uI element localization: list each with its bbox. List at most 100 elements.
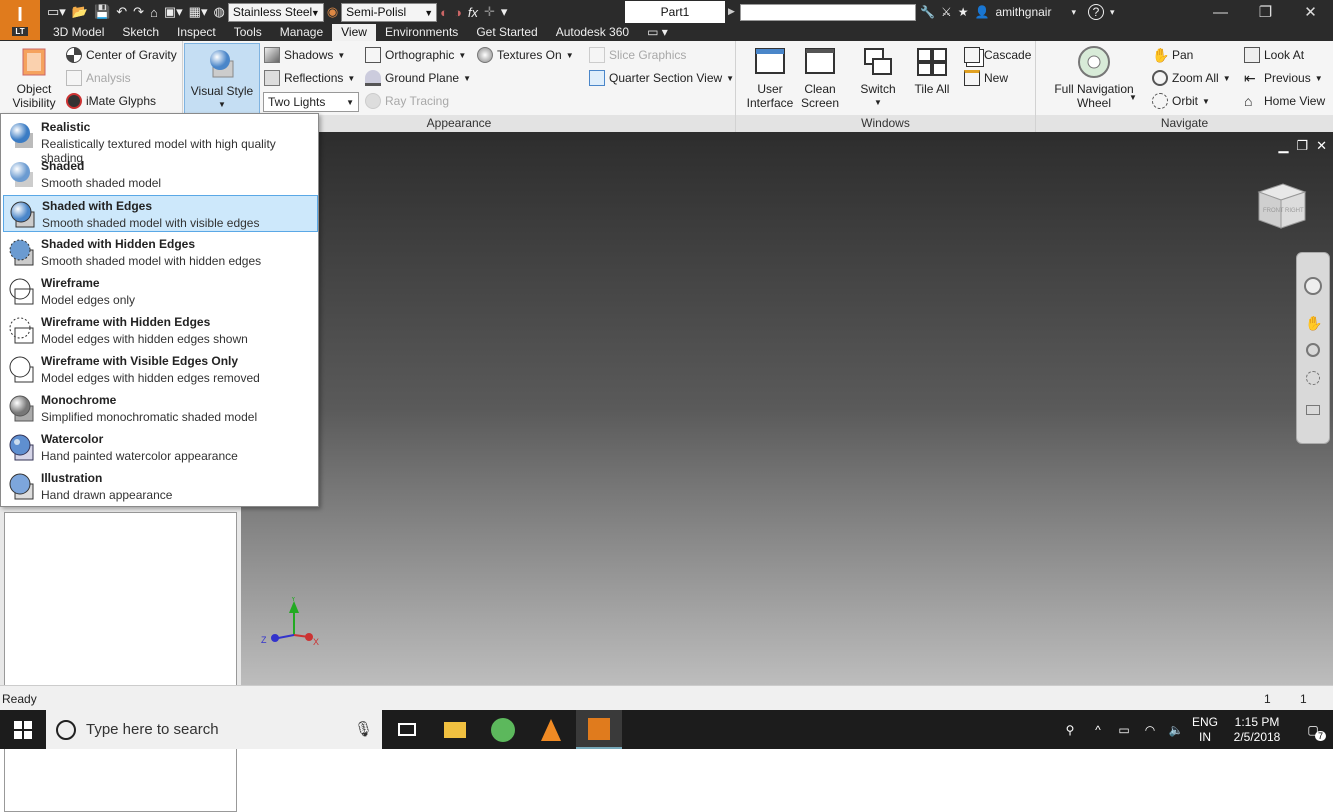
open-icon[interactable]: 📂 [69,2,91,22]
minimize-icon[interactable]: — [1198,0,1243,24]
quarter-section-view-button[interactable]: Quarter Section View ▼ [589,68,734,88]
home-icon[interactable]: ⌂ [147,2,161,22]
close-icon[interactable]: ✕ [1288,0,1333,24]
taskbar-search-box[interactable]: Type here to search 🎙 [46,710,382,749]
home-view-button[interactable]: ⌂ Home View [1244,91,1325,111]
tab-manage[interactable]: Manage [271,24,332,41]
language-indicator[interactable]: ENG IN [1189,715,1221,745]
object-visibility-button[interactable]: Object Visibility [8,45,60,110]
visual-style-watercolor[interactable]: Watercolor Hand painted watercolor appea… [3,429,318,466]
redo-icon[interactable]: ↷ [130,2,147,22]
select-icon[interactable]: ▦▾ [186,2,211,22]
customize-icon[interactable]: ▾ [498,2,511,22]
shadows-button[interactable]: Shadows ▼ [264,45,345,65]
orthographic-button[interactable]: Orthographic ▼ [365,45,466,65]
look-at-button[interactable]: Look At [1244,45,1304,65]
visual-style-button[interactable]: Visual Style ▼ [184,43,260,115]
microphone-icon[interactable]: 🎙 [354,720,373,738]
user-interface-button[interactable]: User Interface [744,45,796,110]
clock[interactable]: 1:15 PM 2/5/2018 [1221,715,1293,745]
expand-search-icon[interactable]: ▶ [728,6,735,17]
visual-style-wireframe[interactable]: Wireframe Model edges only [3,273,318,310]
model-browser-tree[interactable] [4,512,237,812]
cascade-button[interactable]: Cascade [964,45,1031,65]
help-icon[interactable]: ? [1088,4,1104,20]
slice-graphics-button[interactable]: Slice Graphics [589,45,686,65]
notifications-icon[interactable]: ▢ 7 [1293,723,1333,741]
tab-get-started[interactable]: Get Started [467,24,546,41]
lighting-select[interactable]: Two Lights ▼ [263,92,359,112]
appearance-select[interactable]: Semi-Polisl ▼ [341,2,438,22]
battery-icon[interactable]: ▭ [1111,723,1137,737]
visual-style-shaded-with-edges[interactable]: Shaded with Edges Smooth shaded model wi… [3,195,318,232]
minimize-icon[interactable]: ▁ [1278,138,1288,154]
analysis-button[interactable]: Analysis [66,68,131,88]
look-at-icon[interactable] [1306,405,1320,415]
measure-icon[interactable]: ▣▾ [161,2,186,22]
tab-3d-model[interactable]: 3D Model [44,24,113,41]
chevron-down-icon[interactable]: ▼ [1129,93,1137,102]
tab-sketch[interactable]: Sketch [113,24,168,41]
visual-style-wireframe-visible[interactable]: Wireframe with Visible Edges Only Model … [3,351,318,388]
file-explorer-icon[interactable] [432,710,478,749]
adjust-icon[interactable]: ◐ [437,2,451,22]
zoom-all-button[interactable]: Zoom All ▼ [1152,68,1231,88]
user-icon[interactable]: 👤 [974,5,989,19]
textures-on-button[interactable]: Textures On ▼ [477,45,574,65]
visual-style-realistic[interactable]: Realistic Realistically textured model w… [3,117,318,165]
zoom-icon[interactable] [1306,343,1320,357]
help-search-input[interactable] [740,4,916,21]
ribbon-options-icon[interactable]: ▭ ▾ [638,24,677,41]
undo-icon[interactable]: ↶ [113,2,130,22]
vlc-icon[interactable] [528,710,574,749]
previous-view-button[interactable]: ⇤ Previous ▼ [1244,68,1323,88]
pan-hand-icon[interactable]: ✋ [1305,315,1322,332]
app-menu-button[interactable]: I LT [0,0,40,40]
ray-tracing-button[interactable]: Ray Tracing [365,91,449,111]
people-icon[interactable]: ⚲ [1055,723,1085,737]
center-of-gravity-button[interactable]: Center of Gravity [66,45,177,65]
tab-environments[interactable]: Environments [376,24,467,41]
tab-inspect[interactable]: Inspect [168,24,225,41]
utorrent-icon[interactable] [480,710,526,749]
tile-all-button[interactable]: Tile All [908,45,956,96]
star-icon[interactable]: ★ [958,5,969,19]
fx-icon[interactable]: fx [465,2,481,22]
chevron-up-icon[interactable]: ^ [1085,723,1111,737]
orbit-icon[interactable] [1306,371,1320,385]
inventor-taskbar-icon[interactable] [576,710,622,749]
material-select[interactable]: Stainless Steel ▼ [227,2,324,22]
visual-style-wireframe-hidden[interactable]: Wireframe with Hidden Edges Model edges … [3,312,318,349]
pan-button[interactable]: ✋ Pan [1152,45,1193,65]
orbit-button[interactable]: Orbit ▼ [1152,91,1210,111]
tab-view[interactable]: View [332,24,376,41]
new-file-icon[interactable]: ▭▾ [44,2,69,22]
task-view-icon[interactable] [384,710,430,749]
visual-style-shaded[interactable]: Shaded Smooth shaded model [3,156,318,193]
viewcube[interactable]: FRONT RIGHT [1255,178,1309,232]
tab-autodesk-360[interactable]: Autodesk 360 [547,24,638,41]
visual-style-illustration[interactable]: Illustration Hand drawn appearance [3,468,318,505]
clean-screen-button[interactable]: Clean Screen [798,45,842,110]
clear-override-icon[interactable]: ◑ [451,2,465,22]
close-icon[interactable]: ✕ [1316,138,1327,154]
switch-button[interactable]: Switch ▼ [854,45,902,110]
ground-plane-button[interactable]: Ground Plane ▼ [365,68,471,88]
volume-icon[interactable]: 🔈 [1163,723,1189,737]
sign-icon[interactable]: ⚔ [941,5,952,19]
graphics-viewport[interactable]: ▁ ❐ ✕ FRONT RIGHT ✋ Y Z X [241,132,1333,685]
tab-tools[interactable]: Tools [225,24,271,41]
reflections-button[interactable]: Reflections ▼ [264,68,355,88]
add-icon[interactable]: ✛ [481,2,498,22]
wrench-icon[interactable]: 🔧 [920,5,935,19]
start-button[interactable] [0,710,46,749]
wifi-icon[interactable]: ◠ [1137,723,1163,737]
user-name[interactable]: amithgnair [995,5,1051,19]
imate-glyphs-button[interactable]: iMate Glyphs [66,91,156,111]
visual-style-shaded-hidden-edges[interactable]: Shaded with Hidden Edges Smooth shaded m… [3,234,318,271]
chevron-down-icon[interactable]: ▾ [1071,7,1076,18]
restore-icon[interactable]: ❐ [1296,138,1308,154]
steering-wheel-icon[interactable] [1304,277,1322,295]
save-icon[interactable]: 💾 [91,2,113,22]
visual-style-monochrome[interactable]: Monochrome Simplified monochromatic shad… [3,390,318,427]
